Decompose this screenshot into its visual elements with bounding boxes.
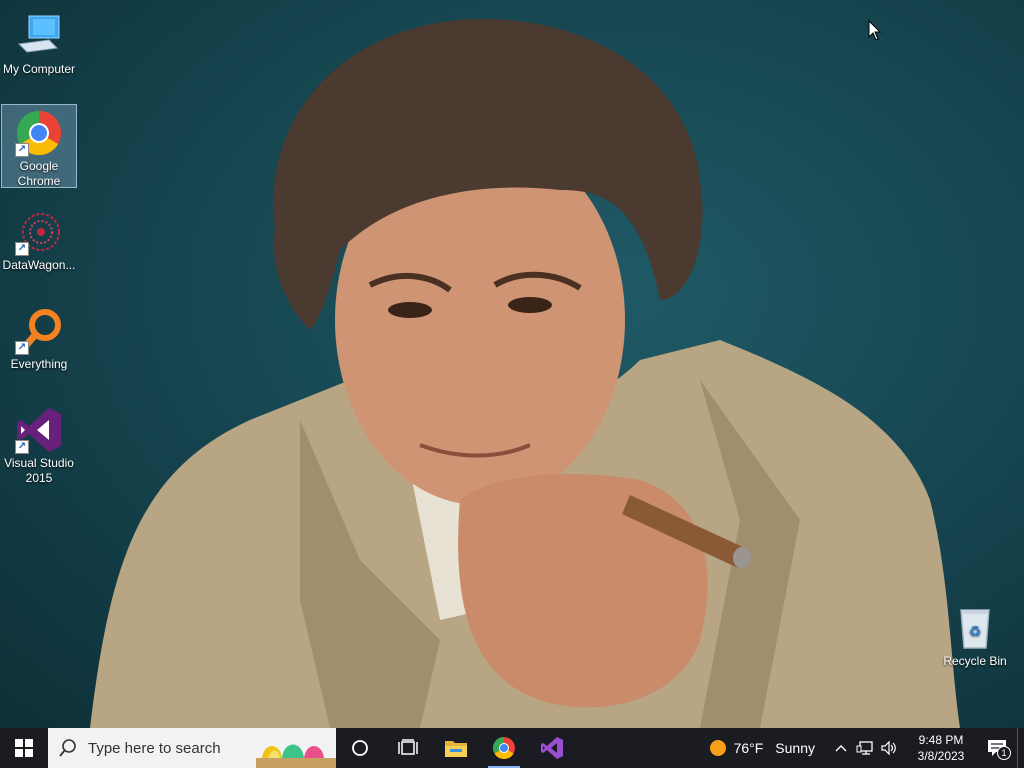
volume-button[interactable] (877, 728, 901, 768)
windows-logo-icon (15, 739, 33, 757)
desktop-icon-visual-studio[interactable]: ↗ Visual Studio 2015 (1, 402, 77, 486)
notification-count-badge: 1 (997, 746, 1011, 760)
svg-text:♻: ♻ (969, 624, 982, 640)
shortcut-arrow-icon: ↗ (15, 341, 29, 355)
cortana-circle-icon (352, 740, 368, 756)
weather-widget[interactable]: 76°F Sunny (708, 738, 815, 758)
taskbar: Type here to search 76°F Sunny 9:48 PM 3… (0, 728, 1024, 768)
taskbar-visual-studio[interactable] (528, 728, 576, 768)
desktop-icon-label: Visual Studio 2015 (4, 456, 74, 485)
network-button[interactable] (853, 728, 877, 768)
network-icon (856, 741, 873, 755)
action-center-button[interactable]: 1 (977, 728, 1017, 768)
search-highlight-icon[interactable] (256, 728, 336, 768)
weather-temperature: 76°F (733, 740, 764, 756)
mouse-cursor-icon (868, 20, 882, 41)
desktop-icon-label: Recycle Bin (943, 654, 1007, 668)
search-icon (59, 739, 76, 757)
computer-icon (15, 12, 63, 60)
taskbar-file-explorer[interactable] (432, 728, 480, 768)
desktop-icon-my-computer[interactable]: My Computer (1, 8, 77, 77)
everything-search-icon: ↗ (15, 307, 63, 355)
desktop-icon-label: DataWagon... (2, 258, 76, 272)
recycle-bin-icon: ♻ (951, 604, 999, 652)
visual-studio-icon: ↗ (15, 406, 63, 454)
taskbar-google-chrome[interactable] (480, 728, 528, 768)
desktop-icon-label: Everything (10, 357, 68, 371)
desktop-icon-label: My Computer (2, 62, 76, 76)
desktop-icon-recycle-bin[interactable]: ♻ Recycle Bin (937, 600, 1013, 669)
taskbar-clock[interactable]: 9:48 PM 3/8/2023 (905, 732, 977, 764)
folder-icon (445, 741, 467, 757)
desktop-icon-label: Google Chrome (17, 159, 61, 188)
taskbar-search-box[interactable]: Type here to search (48, 728, 336, 768)
show-hidden-icons-button[interactable] (829, 728, 853, 768)
task-view-icon (398, 739, 418, 755)
desktop-icon-datawagon[interactable]: ↗ DataWagon... (1, 204, 77, 273)
chrome-icon (492, 737, 515, 760)
cortana-button[interactable] (336, 728, 384, 768)
chrome-icon: ↗ (15, 109, 63, 157)
start-button[interactable] (0, 728, 48, 768)
sun-icon (709, 740, 726, 756)
clock-date: 3/8/2023 (917, 749, 965, 763)
system-tray: 76°F Sunny 9:48 PM 3/8/2023 1 (708, 728, 1024, 768)
wallpaper-portrait (90, 19, 960, 728)
visual-studio-icon (541, 737, 563, 759)
speaker-icon (881, 740, 896, 756)
chevron-up-icon (835, 745, 847, 752)
shortcut-arrow-icon: ↗ (15, 143, 29, 157)
desktop[interactable]: My Computer ↗ Google Chrome ↗ DataWagon.… (0, 0, 1024, 728)
desktop-icon-everything[interactable]: ↗ Everything (1, 303, 77, 372)
datawagon-icon: ↗ (15, 208, 63, 256)
clock-time: 9:48 PM (918, 733, 964, 747)
weather-condition: Sunny (775, 740, 815, 756)
shortcut-arrow-icon: ↗ (15, 440, 29, 454)
shortcut-arrow-icon: ↗ (15, 242, 29, 256)
search-placeholder: Type here to search (88, 739, 221, 757)
desktop-icon-google-chrome[interactable]: ↗ Google Chrome (1, 104, 77, 188)
task-view-button[interactable] (384, 728, 432, 768)
show-desktop-button[interactable] (1017, 728, 1024, 768)
